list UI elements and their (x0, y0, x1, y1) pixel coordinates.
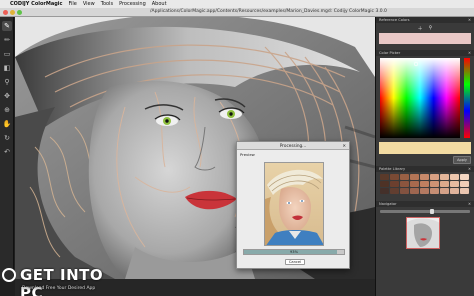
palette-swatch[interactable] (420, 181, 429, 187)
palette-swatch[interactable] (410, 174, 419, 180)
close-icon[interactable]: ✕ (468, 17, 471, 23)
menu-view[interactable]: View (83, 1, 95, 7)
dialog-title: Processing... (279, 143, 307, 148)
palette-swatch[interactable] (450, 174, 459, 180)
palette-swatch[interactable] (450, 181, 459, 187)
hand-icon: ✋ (2, 120, 12, 128)
zoom-slider[interactable] (380, 209, 470, 214)
eraser-icon: ▭ (3, 50, 11, 58)
undo-icon: ↶ (4, 148, 10, 156)
palette-swatch[interactable] (380, 181, 389, 187)
color-picker-spectrum[interactable] (376, 56, 474, 142)
palette-swatch[interactable] (430, 188, 439, 194)
macos-menubar: CODIJY ColorMagic File View Tools Proces… (0, 0, 474, 8)
hand-tool-button[interactable]: ✋ (2, 119, 12, 129)
palette-swatch[interactable] (430, 181, 439, 187)
move-tool-button[interactable]: ✥ (2, 91, 12, 101)
palette-swatch[interactable] (410, 188, 419, 194)
palette-library-header: Palette Library ✕ (376, 166, 474, 172)
minimize-window-button[interactable] (10, 10, 15, 15)
color-picker[interactable] (376, 56, 474, 142)
palette-swatch[interactable] (400, 174, 409, 180)
eyedropper-icon: ⚲ (4, 78, 10, 86)
tools-sidebar: ✎ ✏ ▭ ◧ ⚲ ✥ ⊕ ✋ ↻ ↶ (0, 17, 14, 279)
palette-swatch[interactable] (390, 174, 399, 180)
watermark-logo (2, 268, 16, 282)
palette-swatch[interactable] (420, 174, 429, 180)
reference-color-swatch[interactable] (379, 33, 471, 44)
brush-icon: ✎ (4, 22, 10, 30)
window-titlebar: /Applications/ColorMagic.app/Contents/Re… (0, 8, 474, 17)
palette-swatch[interactable] (400, 181, 409, 187)
navigator-title: Navigator (379, 202, 397, 206)
palette-swatch[interactable] (380, 174, 389, 180)
close-icon[interactable]: ✕ (468, 166, 471, 172)
watermark: GET INTO PC Download Free Your Desired A… (2, 262, 112, 296)
palette-swatch[interactable] (430, 174, 439, 180)
pencil-tool-button[interactable]: ✏ (2, 35, 12, 45)
rotate-icon: ↻ (4, 134, 10, 142)
picker-icon[interactable]: ⚲ (429, 25, 433, 31)
reference-toolbar: ＋ ⚲ (376, 23, 474, 33)
colorized-preview-image (264, 162, 324, 246)
palette-swatch[interactable] (410, 181, 419, 187)
menu-tools[interactable]: Tools (101, 1, 113, 7)
zoom-tool-button[interactable]: ⊕ (2, 105, 12, 115)
close-window-button[interactable] (3, 10, 8, 15)
processing-progress-bar: 93% (243, 249, 345, 255)
palette-swatch[interactable] (440, 181, 449, 187)
watermark-subtext: Download Free Your Desired App (22, 286, 96, 291)
preview-artwork (265, 163, 323, 245)
palette-swatch[interactable] (440, 188, 449, 194)
move-icon: ✥ (4, 92, 10, 100)
menu-about[interactable]: About (152, 1, 167, 7)
pencil-icon: ✏ (4, 36, 10, 44)
picker-tool-button[interactable]: ⚲ (2, 77, 12, 87)
menu-app-name[interactable]: CODIJY ColorMagic (10, 1, 62, 7)
menu-processing[interactable]: Processing (119, 1, 146, 7)
fill-icon: ◧ (3, 64, 11, 72)
cancel-button[interactable]: Cancel (285, 259, 305, 265)
fill-tool-button[interactable]: ◧ (2, 63, 12, 73)
palette-swatch[interactable] (450, 188, 459, 194)
zoom-icon: ⊕ (4, 106, 10, 114)
zoom-slider-handle[interactable] (430, 209, 434, 214)
picked-color-swatch[interactable] (379, 142, 471, 154)
window-title: /Applications/ColorMagic.app/Contents/Re… (150, 9, 387, 14)
palette-swatch[interactable] (400, 188, 409, 194)
palette-library-title: Palette Library (379, 167, 406, 171)
add-icon[interactable]: ＋ (418, 25, 423, 32)
undo-tool-button[interactable]: ↶ (2, 147, 12, 157)
eraser-tool-button[interactable]: ▭ (2, 49, 12, 59)
zoom-window-button[interactable] (17, 10, 22, 15)
palette-swatch[interactable] (460, 174, 469, 180)
brush-tool-button[interactable]: ✎ (2, 21, 12, 31)
dialog-titlebar: Processing... ✕ (237, 142, 349, 150)
rotate-tool-button[interactable]: ↻ (2, 133, 12, 143)
navigator-panel[interactable] (376, 207, 474, 251)
palette-swatch[interactable] (390, 188, 399, 194)
palette-swatch[interactable] (420, 188, 429, 194)
palette-swatch[interactable] (380, 188, 389, 194)
palette-swatch[interactable] (460, 181, 469, 187)
palette-grid[interactable] (380, 174, 470, 194)
watermark-text: GET INTO PC (20, 266, 104, 296)
navigator-thumbnail[interactable] (406, 217, 440, 249)
window-controls (3, 10, 22, 15)
progress-text: 93% (290, 250, 298, 254)
palette-swatch[interactable] (460, 188, 469, 194)
apply-button[interactable]: Apply (453, 156, 471, 164)
color-picker-title: Color Picker (379, 51, 401, 55)
right-panel: Reference Colors ✕ ＋ ⚲ Color Picker ✕ Ap… (375, 17, 474, 296)
menu-file[interactable]: File (68, 1, 76, 7)
palette-swatch[interactable] (440, 174, 449, 180)
reference-colors-title: Reference Colors (379, 18, 410, 22)
preview-label: Preview (240, 152, 255, 157)
palette-swatch[interactable] (390, 181, 399, 187)
close-icon[interactable]: ✕ (342, 142, 346, 150)
processing-dialog: Processing... ✕ Preview 93% Cancel (236, 141, 350, 269)
